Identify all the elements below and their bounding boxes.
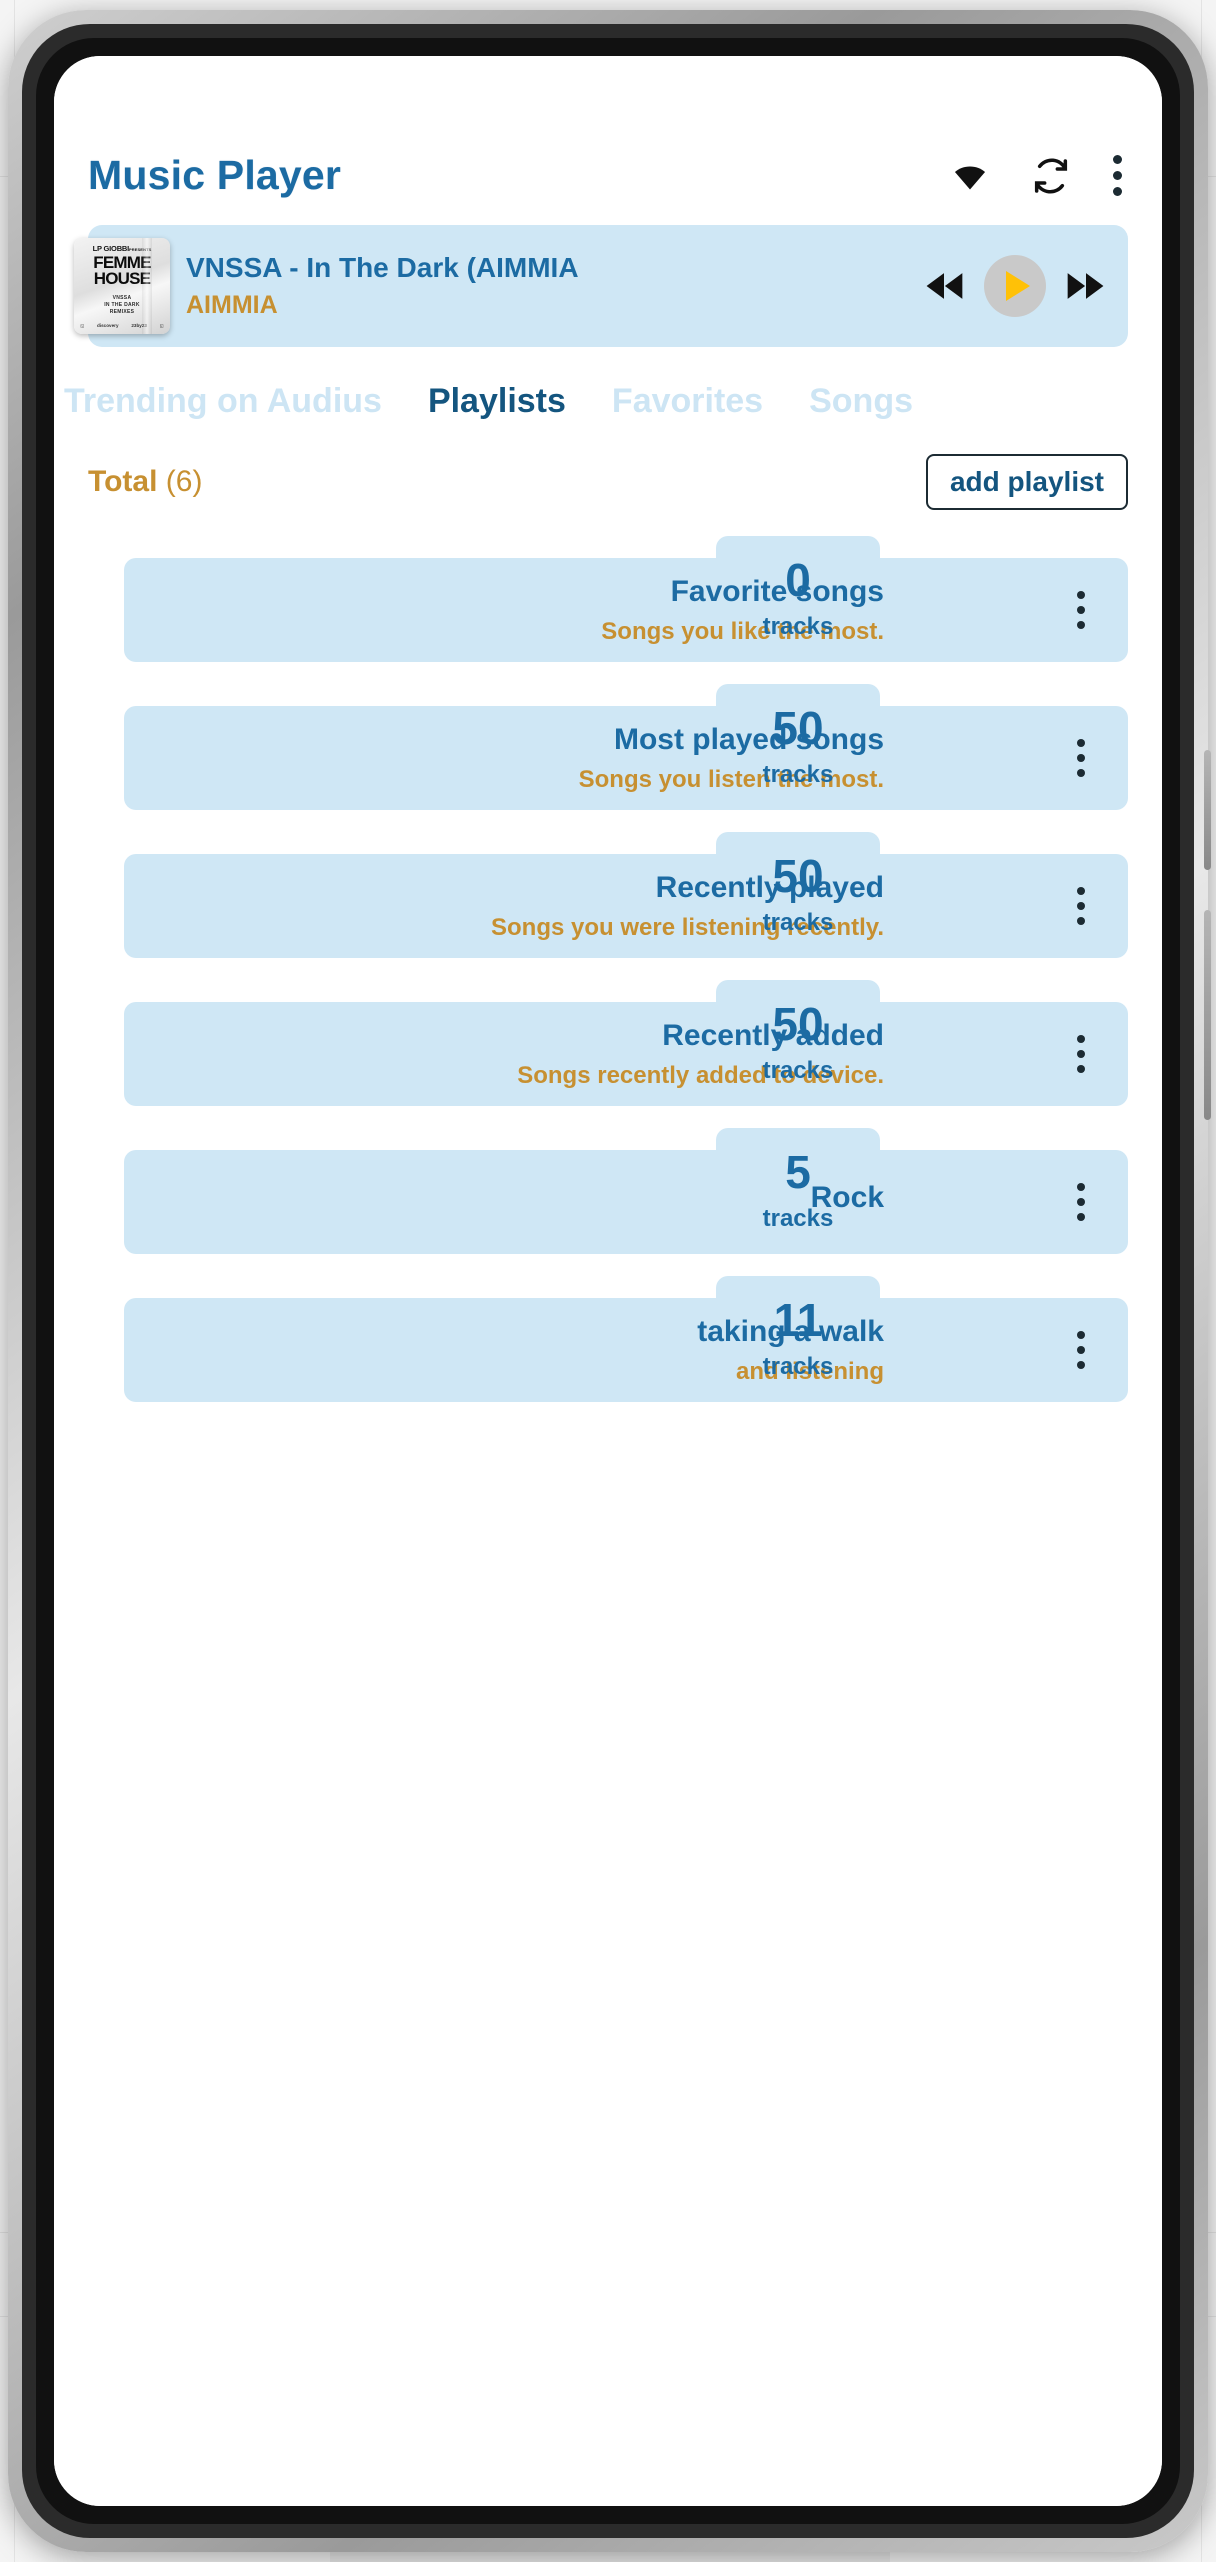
track-count-unit: tracks [762,613,834,641]
track-count-number: 50 [772,702,824,755]
playlist-overflow-menu-icon[interactable] [1046,1298,1116,1402]
next-track-button[interactable] [1062,262,1110,310]
tab-trending-on-audius[interactable]: Trending on Audius [64,383,382,420]
album-art-label: discovery [97,323,119,328]
section-tabs: Trending on Audius Playlists Favorites S… [54,383,1162,420]
album-art-sub1: VNSSA [112,294,132,301]
app-bar: Music Player [54,56,1162,199]
phone-frame: Music Player LP GIOBBIPRESENTS FEMME HOU… [8,10,1211,2552]
playlist-card[interactable]: Recently played Songs you were listening… [88,832,1128,959]
playlist-track-count: 50 tracks [716,832,880,958]
track-count-unit: tracks [762,1353,834,1381]
playlist-card[interactable]: taking a walk and listening 11 tracks [88,1276,1128,1403]
sync-icon[interactable] [1031,156,1071,196]
tab-songs[interactable]: Songs [809,383,913,420]
track-count-number: 50 [772,850,824,903]
playlist-card[interactable]: Recently added Songs recently added to d… [88,980,1128,1107]
playlist-card[interactable]: Favorite songs Songs you like the most. … [88,536,1128,663]
playlist-overflow-menu-icon[interactable] [1046,854,1116,958]
total-text: Total [88,465,158,499]
player-controls [920,255,1110,317]
add-playlist-button[interactable]: add playlist [925,454,1128,511]
track-count-unit: tracks [762,909,834,937]
power-button[interactable] [1204,910,1211,1120]
album-art-line3: HOUSE [93,268,151,288]
track-title: VNSSA - In The Dark (AIMMIA [186,252,579,284]
playlist-list: Favorite songs Songs you like the most. … [54,536,1162,1403]
tab-playlists[interactable]: Playlists [428,383,566,420]
mini-player[interactable]: LP GIOBBIPRESENTS FEMME HOUSE VNSSA IN T… [74,225,1128,347]
phone-screen: Music Player LP GIOBBIPRESENTS FEMME HOU… [54,56,1162,2506]
album-art-sub2: IN THE DARK [104,302,140,309]
track-count-number: 5 [785,1146,811,1199]
overflow-menu-icon[interactable] [1113,155,1122,196]
playlist-track-count: 0 tracks [716,536,880,662]
total-label: Total (6) [88,465,202,499]
track-info: VNSSA - In The Dark (AIMMIA AIMMIA [186,252,920,319]
playlist-track-count: 5 tracks [716,1128,880,1254]
track-count-unit: tracks [762,1057,834,1085]
wifi-icon[interactable] [951,157,989,195]
playlist-overflow-menu-icon[interactable] [1046,1002,1116,1106]
playlist-track-count: 11 tracks [716,1276,880,1402]
playlist-card[interactable]: Most played songs Songs you listen the m… [88,684,1128,811]
page-title: Music Player [88,152,342,198]
track-count-number: 11 [773,1294,823,1347]
playlist-overflow-menu-icon[interactable] [1046,558,1116,662]
volume-button[interactable] [1204,750,1211,870]
album-art-sub3: REMIXES [109,309,135,316]
playlist-overflow-menu-icon[interactable] [1046,706,1116,810]
playlist-track-count: 50 tracks [716,980,880,1106]
track-count-unit: tracks [762,761,834,789]
music-player-app: Music Player LP GIOBBIPRESENTS FEMME HOU… [54,56,1162,2506]
track-count-unit: tracks [762,1205,834,1233]
previous-track-button[interactable] [920,262,968,310]
play-button[interactable] [984,255,1046,317]
album-art: LP GIOBBIPRESENTS FEMME HOUSE VNSSA IN T… [74,238,170,334]
playlists-toolbar: Total (6) add playlist [88,454,1128,511]
track-count-number: 0 [785,554,811,607]
playlist-card[interactable]: Rock 5 tracks [88,1128,1128,1255]
track-artist: AIMMIA [186,290,278,319]
album-art-catalog: 23by23 [131,323,147,328]
track-count-number: 50 [772,998,824,1051]
playlist-track-count: 50 tracks [716,684,880,810]
total-count: (6) [165,465,203,499]
app-bar-actions [951,155,1128,196]
play-icon [1005,271,1030,301]
tab-favorites[interactable]: Favorites [612,383,763,420]
playlist-overflow-menu-icon[interactable] [1046,1150,1116,1254]
